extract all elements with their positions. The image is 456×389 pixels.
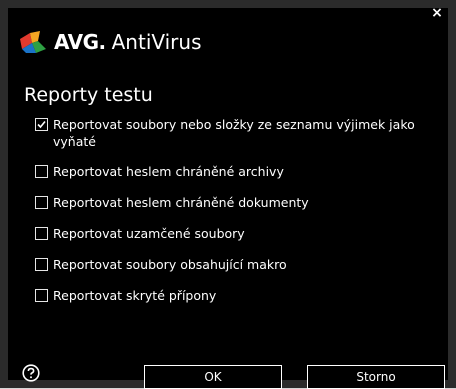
- option-label: Reportovat skryté přípony: [53, 288, 217, 303]
- option-report-macro-files[interactable]: Reportovat soubory obsahující makro: [35, 256, 435, 273]
- option-report-protected-documents[interactable]: Reportovat heslem chráněné dokumenty: [35, 194, 435, 211]
- option-report-protected-archives[interactable]: Reportovat heslem chráněné archivy: [35, 163, 435, 180]
- report-options-list: Reportovat soubory nebo složky ze seznam…: [35, 116, 435, 318]
- option-label: Reportovat soubory nebo složky ze seznam…: [53, 117, 415, 149]
- dialog-window: × AVG. AntiVirus Reporty testu Reportova…: [0, 0, 456, 389]
- checkmark-icon: [37, 120, 46, 129]
- cancel-button[interactable]: Storno: [307, 365, 445, 389]
- help-icon[interactable]: [22, 364, 40, 382]
- page-title: Reporty testu: [24, 84, 153, 106]
- checkbox-report-excluded[interactable]: [35, 118, 48, 131]
- ok-button[interactable]: OK: [144, 365, 282, 389]
- option-label: Reportovat soubory obsahující makro: [53, 257, 287, 272]
- option-label: Reportovat uzamčené soubory: [53, 226, 245, 241]
- checkbox-report-locked-files[interactable]: [35, 227, 48, 240]
- option-label: Reportovat heslem chráněné archivy: [53, 164, 284, 179]
- option-report-excluded[interactable]: Reportovat soubory nebo složky ze seznam…: [35, 116, 435, 150]
- option-report-hidden-extensions[interactable]: Reportovat skryté přípony: [35, 287, 435, 304]
- checkbox-report-hidden-extensions[interactable]: [35, 289, 48, 302]
- option-label: Reportovat heslem chráněné dokumenty: [53, 195, 309, 210]
- avg-logo-icon: [20, 31, 46, 53]
- checkbox-report-protected-documents[interactable]: [35, 196, 48, 209]
- checkbox-report-protected-archives[interactable]: [35, 165, 48, 178]
- logo-brand-text: AVG.: [54, 30, 106, 54]
- logo-product-text: AntiVirus: [111, 30, 202, 54]
- close-icon[interactable]: ×: [430, 6, 444, 20]
- checkbox-report-macro-files[interactable]: [35, 258, 48, 271]
- option-report-locked-files[interactable]: Reportovat uzamčené soubory: [35, 225, 435, 242]
- app-logo: AVG. AntiVirus: [18, 28, 202, 56]
